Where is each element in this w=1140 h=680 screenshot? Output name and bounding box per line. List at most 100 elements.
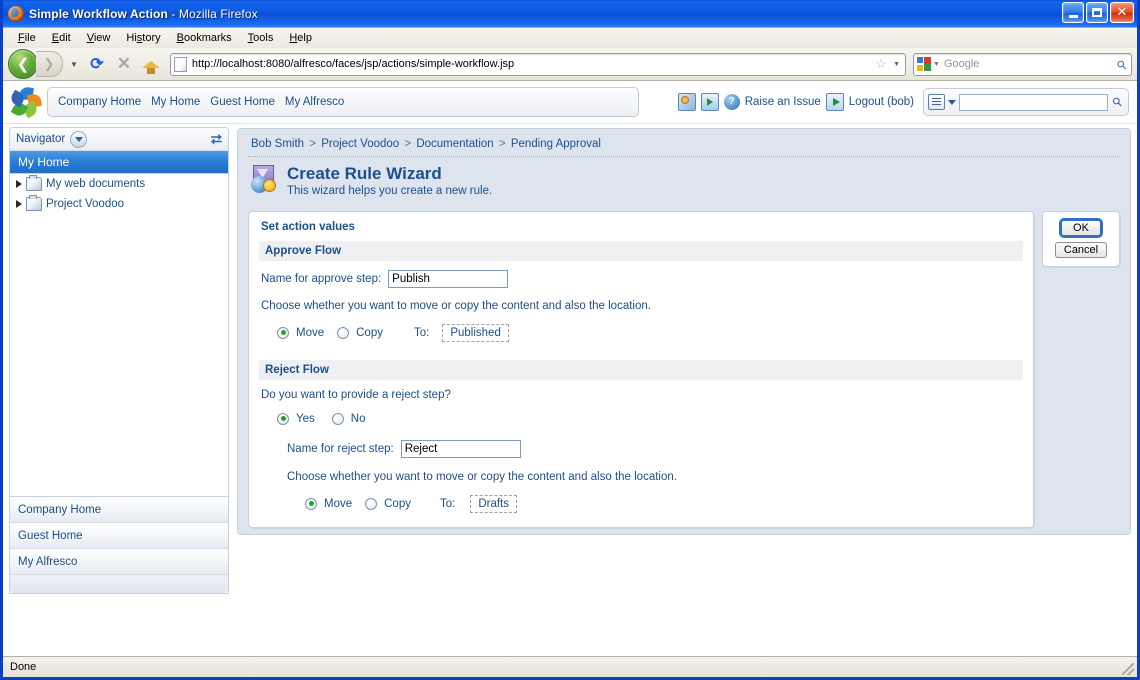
- create-rule-wizard-icon: [251, 165, 279, 193]
- forward-arrow-icon: ❯: [43, 56, 55, 71]
- folder-icon: [26, 175, 42, 191]
- menu-help[interactable]: Help: [281, 30, 320, 46]
- url-bar[interactable]: http://localhost:8080/alfresco/faces/jsp…: [169, 52, 906, 76]
- reject-copy-radio[interactable]: [365, 497, 378, 510]
- navigator-collapse-button[interactable]: [70, 130, 88, 148]
- alfresco-search-input[interactable]: [959, 93, 1109, 111]
- close-button[interactable]: ✕: [1110, 2, 1134, 23]
- folder-icon: [26, 195, 42, 211]
- nav-link-guest-home[interactable]: Guest Home: [210, 96, 275, 108]
- ok-button[interactable]: OK: [1059, 217, 1103, 238]
- alfresco-header: Company Home My Home Guest Home My Alfre…: [3, 81, 1137, 124]
- reject-move-label[interactable]: Move: [324, 498, 352, 510]
- shortcut-company-home[interactable]: Company Home: [10, 497, 228, 523]
- manage-users-icon[interactable]: [677, 93, 696, 111]
- window-controls: ✕: [1062, 2, 1134, 23]
- menu-history[interactable]: History: [118, 30, 168, 46]
- search-engine-dropdown-icon[interactable]: ▼: [933, 61, 944, 68]
- back-button[interactable]: ❮: [8, 49, 38, 79]
- breadcrumb: Bob Smith > Project Voodoo > Documentati…: [248, 136, 1120, 156]
- search-options-icon[interactable]: [928, 94, 945, 110]
- menu-bookmarks[interactable]: Bookmarks: [169, 30, 240, 46]
- reject-move-radio[interactable]: [305, 497, 317, 510]
- menu-file[interactable]: File: [10, 30, 44, 46]
- approve-move-label[interactable]: Move: [296, 327, 324, 339]
- sidebar-tree-item-my-web-documents[interactable]: My web documents: [10, 174, 228, 194]
- forward-button[interactable]: ❯: [36, 51, 63, 77]
- window-title: Simple Workflow Action - Mozilla Firefox: [29, 7, 258, 21]
- star-icon[interactable]: ☆: [872, 56, 890, 72]
- nav-link-my-home[interactable]: My Home: [151, 96, 200, 108]
- approve-copy-radio[interactable]: [337, 326, 350, 339]
- maximize-button[interactable]: [1086, 2, 1108, 23]
- sidebar-tree-item-project-voodoo[interactable]: Project Voodoo: [10, 194, 228, 214]
- breadcrumb-item-0[interactable]: Bob Smith: [251, 138, 304, 150]
- triangle-right-icon[interactable]: [16, 200, 22, 208]
- breadcrumb-item-1[interactable]: Project Voodoo: [321, 138, 399, 150]
- menu-view[interactable]: View: [79, 30, 119, 46]
- breadcrumb-item-2[interactable]: Documentation: [416, 138, 493, 150]
- shortcut-guest-home[interactable]: Guest Home: [10, 523, 228, 549]
- set-action-values-panel: Set action values Approve Flow Name for …: [248, 210, 1034, 528]
- approve-move-radio[interactable]: [277, 326, 289, 339]
- chevron-down-icon[interactable]: [948, 99, 956, 105]
- browser-search-input[interactable]: Google: [944, 58, 1117, 70]
- browser-chrome: File Edit View History Bookmarks Tools H…: [3, 27, 1137, 81]
- logout-link[interactable]: Logout (bob): [849, 96, 914, 108]
- reject-step-name-input[interactable]: [400, 439, 521, 458]
- approve-copy-label[interactable]: Copy: [356, 327, 383, 339]
- reload-button[interactable]: ⟳: [85, 52, 109, 76]
- resize-grip-icon[interactable]: [1122, 663, 1134, 675]
- reject-no-label[interactable]: No: [351, 413, 366, 425]
- browser-search-bar[interactable]: ▼ Google ⚲: [913, 52, 1132, 76]
- firefox-logo-icon: [8, 5, 24, 22]
- refresh-icon[interactable]: ⮂: [211, 132, 222, 146]
- logout-icon[interactable]: [825, 93, 844, 111]
- reject-question: Do you want to provide a reject step?: [261, 388, 451, 401]
- history-dropdown-button[interactable]: ▼: [66, 60, 82, 69]
- invite-users-icon[interactable]: [700, 93, 719, 111]
- search-icon[interactable]: ⚲: [1108, 93, 1127, 112]
- nav-link-my-alfresco[interactable]: My Alfresco: [285, 96, 344, 108]
- raise-an-issue-link[interactable]: Raise an Issue: [745, 96, 821, 108]
- title-bar: Simple Workflow Action - Mozilla Firefox…: [3, 0, 1137, 27]
- cancel-button[interactable]: Cancel: [1054, 241, 1108, 258]
- home-icon: [141, 60, 160, 74]
- reject-instruction: Choose whether you want to move or copy …: [287, 470, 677, 483]
- reject-copy-label[interactable]: Copy: [384, 498, 411, 510]
- menu-help-rest: elp: [297, 32, 312, 44]
- url-dropdown-icon[interactable]: ▼: [890, 61, 903, 68]
- reject-no-radio[interactable]: [331, 412, 344, 425]
- approve-destination-button[interactable]: Published: [442, 323, 509, 342]
- approve-instruction: Choose whether you want to move or copy …: [261, 299, 651, 312]
- triangle-right-icon[interactable]: [16, 180, 22, 188]
- shortcut-my-alfresco[interactable]: My Alfresco: [10, 549, 228, 575]
- reject-destination-button[interactable]: Drafts: [470, 494, 517, 513]
- reject-yes-radio[interactable]: [277, 412, 289, 425]
- alfresco-search-box: ⚲: [923, 88, 1129, 116]
- help-icon[interactable]: ?: [723, 94, 740, 110]
- breadcrumb-item-3[interactable]: Pending Approval: [511, 138, 601, 150]
- back-arrow-icon: ❮: [16, 55, 30, 73]
- reject-flow-section-header: Reject Flow: [259, 359, 1023, 380]
- stop-button[interactable]: ✕: [112, 52, 136, 76]
- nav-link-company-home[interactable]: Company Home: [58, 96, 141, 108]
- alfresco-logo-icon: [8, 85, 43, 119]
- menu-edit-rest: dit: [59, 32, 71, 44]
- tree-item-label: Project Voodoo: [46, 198, 125, 210]
- home-button[interactable]: [139, 52, 163, 76]
- url-text[interactable]: http://localhost:8080/alfresco/faces/jsp…: [192, 58, 872, 70]
- menu-edit[interactable]: Edit: [44, 30, 79, 46]
- minimize-button[interactable]: [1062, 2, 1084, 23]
- reload-icon: ⟳: [90, 56, 104, 73]
- reject-options-row: Move Copy To: Drafts: [259, 483, 1023, 513]
- approve-step-name-input[interactable]: [388, 269, 509, 288]
- alfresco-toolbar: ? Raise an Issue Logout (bob) ⚲: [639, 88, 1131, 116]
- reject-yes-label[interactable]: Yes: [296, 413, 315, 425]
- reject-to-label: To:: [439, 497, 456, 510]
- status-text: Done: [10, 661, 37, 673]
- page-favicon-icon: [173, 56, 187, 72]
- alfresco-nav-links: Company Home My Home Guest Home My Alfre…: [47, 87, 639, 117]
- sidebar-item-my-home[interactable]: My Home: [10, 151, 228, 174]
- menu-tools[interactable]: Tools: [240, 30, 282, 46]
